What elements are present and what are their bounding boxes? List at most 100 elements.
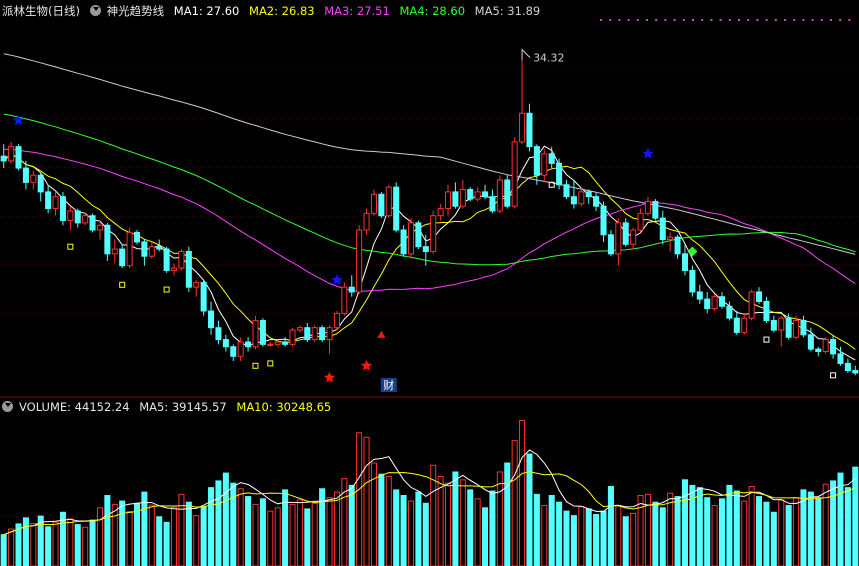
candle xyxy=(311,325,318,342)
vol-ma10-label: MA10: 30248.65 xyxy=(236,400,332,414)
volume-bar xyxy=(696,487,703,566)
dropdown-circle-icon[interactable] xyxy=(89,5,101,16)
candle xyxy=(119,244,126,269)
volume-chart-panel[interactable]: VOLUME: 44152.24 MA5: 39145.57 MA10: 302… xyxy=(0,398,859,566)
candle-body xyxy=(245,341,252,348)
candle xyxy=(815,346,822,357)
candle xyxy=(607,230,614,257)
volume-bar xyxy=(615,505,622,566)
square-marker xyxy=(163,286,170,293)
dot-marker xyxy=(682,19,685,21)
volume-bar xyxy=(356,432,363,566)
candle xyxy=(333,311,340,331)
candle-body xyxy=(8,146,15,162)
candle xyxy=(704,291,711,314)
volume-chart[interactable] xyxy=(0,398,859,566)
candle xyxy=(148,241,155,259)
volume-bar xyxy=(304,508,311,566)
candle xyxy=(104,222,111,261)
volume-bar xyxy=(474,498,481,566)
candle xyxy=(289,327,296,347)
ma2-label: MA2: 26.83 xyxy=(249,4,315,18)
candle xyxy=(178,249,185,271)
volume-bar xyxy=(400,494,407,566)
volume-bar xyxy=(563,510,570,566)
candle xyxy=(245,337,252,352)
candle-body xyxy=(467,189,474,200)
candlestick-chart[interactable]: 34.32 财 xyxy=(0,0,859,398)
ma4-label: MA4: 28.60 xyxy=(399,4,466,18)
dot-marker xyxy=(664,19,667,21)
candle-body xyxy=(104,224,111,255)
volume-bar xyxy=(393,489,400,566)
candle xyxy=(511,137,518,209)
candle-body xyxy=(341,286,348,314)
candle xyxy=(689,265,696,297)
candle xyxy=(696,284,703,304)
candle xyxy=(111,239,118,264)
volume-bar xyxy=(852,466,859,566)
candle xyxy=(215,320,222,345)
volume-bar xyxy=(718,498,726,566)
ma1-label: MA1: 27.60 xyxy=(173,4,240,18)
candle-body xyxy=(837,353,844,364)
price-header: 派林生物(日线) 神光趋势线 MA1: 27.60 MA2: 26.83 MA3… xyxy=(2,3,546,19)
candle xyxy=(8,141,15,164)
candle xyxy=(681,244,688,276)
candle-body xyxy=(474,191,481,200)
candle-body xyxy=(163,248,170,272)
candle xyxy=(711,294,718,312)
candle-body xyxy=(430,215,437,252)
dot-marker xyxy=(609,19,612,21)
candle-body xyxy=(185,250,192,288)
candle xyxy=(0,144,7,169)
candle xyxy=(756,287,763,304)
candle-body xyxy=(496,179,503,212)
dot-marker xyxy=(618,19,621,21)
candle-body xyxy=(763,300,770,322)
dot-marker xyxy=(756,19,759,21)
volume-bar xyxy=(326,497,333,566)
dot-marker xyxy=(765,19,768,21)
candle xyxy=(593,191,600,211)
candle-body xyxy=(630,229,637,245)
volume-bar xyxy=(600,510,607,566)
candle-body xyxy=(644,200,651,214)
candle xyxy=(563,179,570,200)
volume-bar xyxy=(267,510,274,566)
candle xyxy=(615,218,622,266)
candle-body xyxy=(526,112,533,148)
candle-body xyxy=(607,234,614,255)
candle xyxy=(171,263,178,276)
candle xyxy=(830,334,837,359)
volume-bar xyxy=(289,503,296,566)
dot-marker xyxy=(655,19,658,21)
price-chart-panel[interactable]: 34.32 财 派林生物(日线) 神光趋势线 MA1: 27.60 MA2: 26… xyxy=(0,0,859,398)
volume-bar xyxy=(0,534,7,566)
candle xyxy=(570,179,577,209)
ma5-label: MA5: 31.89 xyxy=(474,4,541,18)
candle-body xyxy=(778,317,785,331)
candle xyxy=(341,282,348,316)
candle xyxy=(667,232,674,252)
candle-body xyxy=(267,343,274,346)
candle xyxy=(482,184,489,200)
candle xyxy=(37,172,44,202)
candle-body xyxy=(171,267,178,272)
candle-body xyxy=(748,291,755,319)
candle-body xyxy=(156,246,163,250)
candle xyxy=(748,289,755,321)
dot-marker xyxy=(830,19,832,21)
candle-body xyxy=(489,196,496,212)
dot-marker xyxy=(710,19,713,21)
dropdown-circle-icon[interactable] xyxy=(2,401,13,412)
candle-body xyxy=(96,224,103,231)
candle-body xyxy=(319,327,326,341)
dot-marker xyxy=(820,19,823,21)
volume-bar xyxy=(200,506,207,566)
candle xyxy=(630,227,637,250)
candle-body xyxy=(600,205,607,236)
candle-body xyxy=(533,146,540,176)
candle-body xyxy=(52,196,59,210)
candle xyxy=(15,144,22,171)
